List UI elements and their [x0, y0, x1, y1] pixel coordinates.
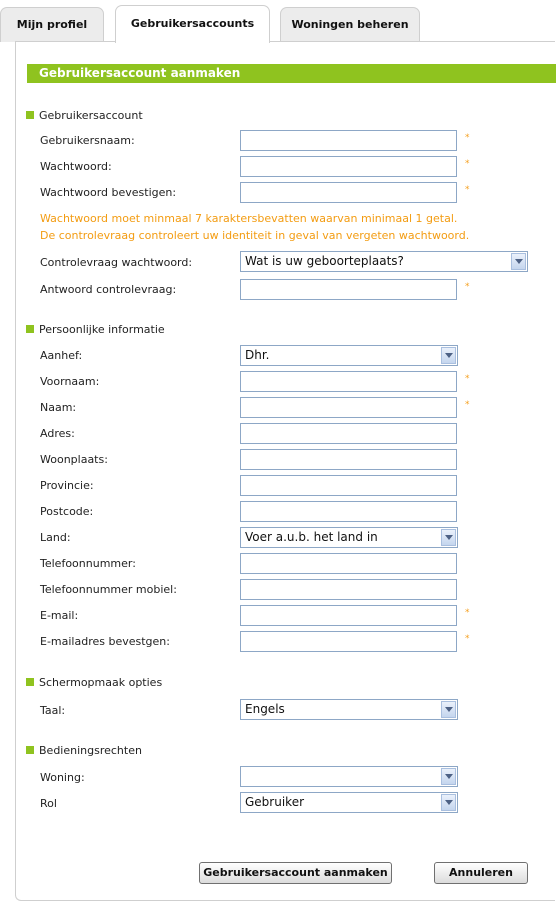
bullet-icon: [26, 325, 34, 333]
tab-woningen-beheren[interactable]: Woningen beheren: [280, 7, 420, 42]
language-label: Taal:: [40, 704, 66, 717]
security-answer-label: Antwoord controlevraag:: [40, 283, 177, 296]
tab-gebruikersaccounts[interactable]: Gebruikersaccounts: [115, 5, 270, 43]
required-marker: *: [465, 282, 470, 292]
salutation-value: Dhr.: [245, 348, 270, 362]
required-marker: *: [465, 374, 470, 384]
country-select[interactable]: Voer a.u.b. het land in: [240, 527, 458, 548]
required-marker: *: [465, 159, 470, 169]
email-confirm-input[interactable]: [240, 631, 457, 652]
cancel-button[interactable]: Annuleren: [434, 862, 528, 884]
lastname-label: Naam:: [40, 401, 77, 414]
section-rights-label: Bedieningsrechten: [39, 744, 142, 757]
create-account-button[interactable]: Gebruikersaccount aanmaken: [199, 862, 392, 884]
section-display-label: Schermopmaak opties: [39, 676, 163, 689]
section-account-heading: Gebruikersaccount: [26, 109, 143, 122]
country-label: Land:: [40, 531, 71, 544]
required-marker: *: [465, 400, 470, 410]
home-select[interactable]: [240, 766, 458, 787]
language-select[interactable]: Engels: [240, 699, 458, 720]
address-input[interactable]: [240, 423, 457, 444]
section-account-label: Gebruikersaccount: [39, 109, 143, 122]
bullet-icon: [26, 111, 34, 119]
province-input[interactable]: [240, 475, 457, 496]
salutation-label: Aanhef:: [40, 349, 83, 362]
password-confirm-label: Wachtwoord bevestigen:: [40, 186, 177, 199]
role-select[interactable]: Gebruiker: [240, 792, 458, 813]
security-question-value: Wat is uw geboorteplaats?: [245, 254, 404, 268]
mobile-label: Telefoonnummer mobiel:: [40, 583, 177, 596]
chevron-down-icon[interactable]: [441, 794, 456, 811]
role-label: Rol: [40, 797, 57, 810]
email-input[interactable]: [240, 605, 457, 626]
address-label: Adres:: [40, 427, 75, 440]
tab-bar: Mijn profiel Gebruikersaccounts Woningen…: [0, 0, 556, 43]
password-confirm-input[interactable]: [240, 182, 457, 203]
password-input[interactable]: [240, 156, 457, 177]
city-label: Woonplaats:: [40, 453, 108, 466]
mobile-input[interactable]: [240, 579, 457, 600]
section-rights-heading: Bedieningsrechten: [26, 744, 142, 757]
section-personal-heading: Persoonlijke informatie: [26, 323, 165, 336]
lastname-input[interactable]: [240, 397, 457, 418]
role-value: Gebruiker: [245, 795, 305, 809]
required-marker: *: [465, 634, 470, 644]
section-personal-label: Persoonlijke informatie: [39, 323, 165, 336]
postcode-label: Postcode:: [40, 505, 94, 518]
chevron-down-icon[interactable]: [441, 347, 456, 364]
security-question-note: De controlevraag controleert uw identite…: [40, 229, 470, 242]
phone-input[interactable]: [240, 553, 457, 574]
username-label: Gebruikersnaam:: [40, 134, 135, 147]
province-label: Provincie:: [40, 479, 94, 492]
password-rule-note: Wachtwoord moet minmaal 7 karaktersbevat…: [40, 212, 458, 225]
tab-mijn-profiel[interactable]: Mijn profiel: [0, 7, 104, 42]
password-label: Wachtwoord:: [40, 160, 112, 173]
security-question-label: Controlevraag wachtwoord:: [40, 256, 193, 269]
postcode-input[interactable]: [240, 501, 457, 522]
phone-label: Telefoonnummer:: [40, 557, 136, 570]
bullet-icon: [26, 746, 34, 754]
firstname-label: Voornaam:: [40, 375, 100, 388]
chevron-down-icon[interactable]: [441, 768, 456, 785]
username-input[interactable]: [240, 130, 457, 151]
firstname-input[interactable]: [240, 371, 457, 392]
email-confirm-label: E-mailadres bevestgen:: [40, 635, 170, 648]
country-value: Voer a.u.b. het land in: [245, 530, 378, 544]
email-label: E-mail:: [40, 609, 79, 622]
bullet-icon: [26, 678, 34, 686]
required-marker: *: [465, 185, 470, 195]
language-value: Engels: [245, 702, 285, 716]
chevron-down-icon[interactable]: [441, 529, 456, 546]
required-marker: *: [465, 133, 470, 143]
salutation-select[interactable]: Dhr.: [240, 345, 458, 366]
city-input[interactable]: [240, 449, 457, 470]
home-label: Woning:: [40, 771, 85, 784]
section-display-heading: Schermopmaak opties: [26, 676, 162, 689]
security-question-select[interactable]: Wat is uw geboorteplaats?: [240, 251, 528, 272]
required-marker: *: [465, 608, 470, 618]
panel-title: Gebruikersaccount aanmaken: [27, 64, 556, 83]
security-answer-input[interactable]: [240, 279, 457, 300]
chevron-down-icon[interactable]: [441, 701, 456, 718]
chevron-down-icon[interactable]: [511, 253, 526, 270]
